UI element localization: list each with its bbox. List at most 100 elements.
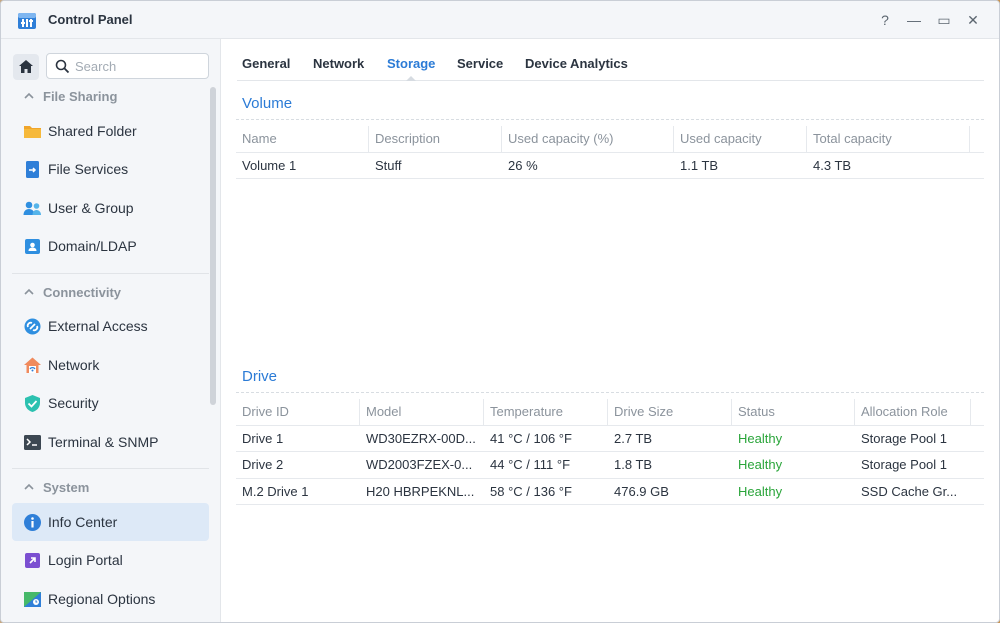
sidebar-item-file-services[interactable]: File Services [12, 150, 209, 188]
chevron-up-icon [24, 288, 34, 295]
column-header-description[interactable]: Description [369, 126, 502, 152]
sidebar-item-label: Info Center [48, 514, 118, 530]
column-header-used-capacity[interactable]: Used capacity [674, 126, 807, 152]
file-services-icon [26, 161, 39, 178]
column-header-status[interactable]: Status [732, 399, 855, 425]
drive-table: Drive ID Model Temperature Drive Size St… [236, 399, 984, 505]
section-header-file-sharing[interactable]: File Sharing [23, 89, 117, 107]
cell-used-capacity-percent: 26 % [508, 157, 538, 173]
cell-allocation-role: Storage Pool 1 [861, 457, 948, 472]
network-house-icon [24, 357, 41, 373]
sidebar-item-label: External Access [48, 318, 148, 334]
sidebar-item-label: Shared Folder [48, 123, 137, 139]
tab-service[interactable]: Service [457, 56, 503, 71]
column-header-used-capacity-percent[interactable]: Used capacity (%) [502, 126, 674, 152]
home-button[interactable] [13, 54, 39, 80]
control-panel-window: Control Panel ? — ▭ ✕ File Sharing [0, 0, 1000, 623]
tab-general[interactable]: General [242, 56, 290, 71]
column-header-temperature[interactable]: Temperature [484, 399, 608, 425]
sidebar-item-network[interactable]: Network [12, 346, 209, 384]
cell-drive-size: 1.8 TB [614, 457, 653, 472]
cell-temperature: 58 °C / 136 °F [490, 483, 572, 499]
cell-drive-id: Drive 1 [242, 430, 284, 446]
sidebar-item-domain-ldap[interactable]: Domain/LDAP [12, 227, 209, 265]
tab-device-analytics[interactable]: Device Analytics [525, 56, 628, 71]
sidebar-item-label: Regional Options [48, 591, 156, 607]
cell-temperature: 44 °C / 111 °F [490, 457, 571, 472]
cell-temperature: 41 °C / 106 °F [490, 430, 572, 446]
cell-model: WD2003FZEX-0... [366, 457, 473, 472]
terminal-icon [24, 435, 41, 450]
domain-icon [25, 239, 40, 254]
sidebar-item-shared-folder[interactable]: Shared Folder [12, 112, 209, 150]
search-box[interactable] [46, 53, 209, 79]
sidebar-item-label: File Services [48, 161, 129, 177]
cell-name: Volume 1 [242, 157, 297, 173]
section-divider [236, 119, 984, 120]
section-header-system[interactable]: System [23, 480, 89, 498]
cell-drive-id: Drive 2 [242, 457, 284, 472]
minimize-button[interactable]: — [904, 10, 924, 30]
sidebar: File Sharing Shared Folder File Services… [1, 39, 221, 622]
info-icon [24, 514, 41, 531]
column-header-allocation-role[interactable]: Allocation Role [855, 399, 971, 425]
cell-total-capacity: 4.3 TB [813, 157, 852, 173]
cell-drive-size: 2.7 TB [614, 430, 653, 446]
sidebar-item-label: User & Group [48, 200, 134, 216]
table-header-row: Drive ID Model Temperature Drive Size St… [236, 399, 984, 426]
sidebar-item-regional-options[interactable]: Regional Options [12, 580, 209, 618]
tab-bar: General Network Storage Service Device A… [237, 51, 984, 81]
close-button[interactable]: ✕ [963, 10, 983, 30]
tab-network[interactable]: Network [313, 56, 364, 71]
sidebar-item-terminal-snmp[interactable]: Terminal & SNMP [12, 423, 209, 461]
cell-used-capacity: 1.1 TB [680, 157, 719, 173]
column-header-model[interactable]: Model [360, 399, 484, 425]
sidebar-item-external-access[interactable]: External Access [12, 307, 209, 345]
sidebar-item-info-center[interactable]: Info Center [12, 503, 209, 541]
search-input[interactable] [75, 57, 203, 75]
table-row[interactable]: Volume 1 Stuff 26 % 1.1 TB 4.3 TB [236, 153, 984, 179]
column-header-total-capacity[interactable]: Total capacity [807, 126, 970, 152]
sidebar-item-security[interactable]: Security [12, 384, 209, 422]
column-header-drive-size[interactable]: Drive Size [608, 399, 732, 425]
drive-section-title: Drive [242, 368, 278, 385]
window-title: Control Panel [48, 12, 133, 27]
cell-drive-size: 476.9 GB [614, 483, 669, 499]
column-header-name[interactable]: Name [236, 126, 369, 152]
main-content: General Network Storage Service Device A… [221, 39, 999, 622]
cell-status: Healthy [738, 483, 783, 499]
sidebar-item-label: Login Portal [48, 552, 123, 568]
control-panel-app-icon [18, 13, 36, 29]
home-icon [19, 60, 33, 73]
sidebar-item-label: Network [48, 357, 100, 373]
sidebar-item-login-portal[interactable]: Login Portal [12, 541, 209, 579]
maximize-button[interactable]: ▭ [934, 10, 954, 30]
sidebar-item-user-group[interactable]: User & Group [12, 189, 209, 227]
cell-status: Healthy [738, 457, 783, 472]
column-header-drive-id[interactable]: Drive ID [236, 399, 360, 425]
cell-allocation-role: SSD Cache Gr... [861, 483, 958, 499]
volume-table: Name Description Used capacity (%) Used … [236, 126, 984, 179]
users-icon [23, 201, 41, 215]
cell-drive-id: M.2 Drive 1 [242, 483, 309, 499]
table-row[interactable]: Drive 2 WD2003FZEX-0... 44 °C / 111 °F 1… [236, 452, 984, 479]
section-header-connectivity[interactable]: Connectivity [23, 285, 121, 303]
sidebar-divider [12, 468, 209, 469]
chevron-up-icon [24, 92, 34, 99]
section-title: Connectivity [43, 285, 122, 300]
section-divider [236, 392, 984, 393]
tab-storage[interactable]: Storage [387, 56, 435, 81]
title-bar: Control Panel ? — ▭ ✕ [1, 1, 999, 39]
external-access-icon [24, 318, 41, 335]
sidebar-scrollbar[interactable] [210, 87, 216, 405]
regional-icon [24, 592, 41, 607]
folder-icon [24, 126, 41, 138]
help-button[interactable]: ? [875, 10, 895, 30]
shield-icon [25, 395, 40, 412]
cell-status: Healthy [738, 430, 783, 446]
table-row[interactable]: M.2 Drive 1 H20 HBRPEKNL... 58 °C / 136 … [236, 479, 984, 505]
section-title: System [43, 480, 90, 495]
cell-model: WD30EZRX-00D... [366, 430, 476, 446]
section-title: File Sharing [43, 89, 118, 104]
table-row[interactable]: Drive 1 WD30EZRX-00D... 41 °C / 106 °F 2… [236, 426, 984, 452]
